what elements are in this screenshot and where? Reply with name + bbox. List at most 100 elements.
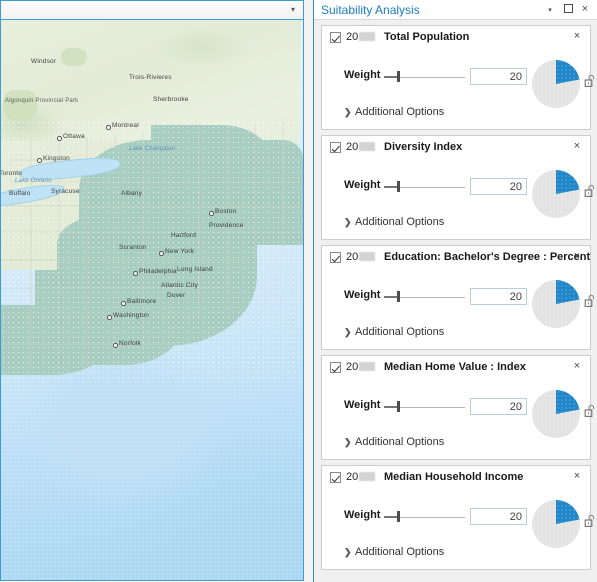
chevron-right-icon[interactable]: ❯ bbox=[344, 217, 352, 228]
map-area: ▾ Ottawa Montreal Kingston Toronto Lake … bbox=[0, 0, 306, 582]
map-label: Lake Ontario bbox=[15, 178, 52, 184]
panel-close-icon[interactable]: × bbox=[578, 2, 592, 16]
map-city-marker bbox=[57, 136, 62, 141]
toolbar-overflow-chevron-down-icon[interactable]: ▾ bbox=[288, 6, 298, 14]
weight-pie-texture bbox=[532, 500, 580, 548]
criteria-card-header: 20 Median Home Value : Index × bbox=[322, 356, 590, 378]
criteria-year-text: 20 bbox=[346, 31, 359, 43]
criteria-enabled-checkbox[interactable] bbox=[330, 32, 341, 43]
criteria-year-redacted-block bbox=[359, 362, 376, 371]
map-label: Scranton bbox=[119, 244, 147, 251]
basemap-park-area bbox=[61, 48, 87, 66]
additional-options-row[interactable]: ❯ Additional Options bbox=[322, 545, 590, 561]
weight-slider[interactable] bbox=[384, 511, 465, 522]
weight-slider[interactable] bbox=[384, 401, 465, 412]
chevron-right-icon[interactable]: ❯ bbox=[344, 547, 352, 558]
chevron-right-icon[interactable]: ❯ bbox=[344, 437, 352, 448]
criteria-card: 20 Total Population × Weight 20 ❯ Additional O… bbox=[321, 25, 595, 130]
criteria-title: Total Population bbox=[384, 31, 470, 43]
additional-options-row[interactable]: ❯ Additional Options bbox=[322, 215, 590, 231]
weight-slider-fill bbox=[384, 406, 398, 408]
criteria-weight-row: Weight 20 bbox=[322, 388, 595, 438]
criteria-card-header: 20 Diversity Index × bbox=[322, 136, 590, 158]
criteria-remove-icon[interactable]: × bbox=[571, 360, 583, 372]
map-label: Toronto bbox=[0, 170, 23, 177]
map-view[interactable]: Ottawa Montreal Kingston Toronto Lake Ontari… bbox=[0, 19, 304, 581]
map-label: Washington bbox=[113, 312, 150, 319]
weight-lock-open-icon[interactable] bbox=[584, 514, 597, 528]
criteria-remove-icon[interactable]: × bbox=[571, 140, 583, 152]
weight-lock-open-icon[interactable] bbox=[584, 184, 597, 198]
criteria-year-redacted-block bbox=[359, 472, 376, 481]
weight-label: Weight bbox=[344, 179, 381, 191]
map-toolbar[interactable]: ▾ bbox=[0, 0, 304, 19]
application-window: ▾ Ottawa Montreal Kingston Toronto Lake … bbox=[0, 0, 597, 582]
weight-input[interactable]: 20 bbox=[470, 398, 527, 415]
map-label: Kingston bbox=[43, 155, 70, 162]
criteria-card: 20 Median Home Value : Index × Weight 20 ❯ Add… bbox=[321, 355, 595, 460]
weight-lock-open-icon[interactable] bbox=[584, 74, 597, 88]
weight-pie-chart bbox=[532, 390, 580, 438]
map-label: Norfolk bbox=[119, 340, 141, 347]
criteria-enabled-checkbox[interactable] bbox=[330, 362, 341, 373]
weight-slider-thumb[interactable] bbox=[397, 291, 400, 302]
weight-input[interactable]: 20 bbox=[470, 288, 527, 305]
weight-slider-thumb[interactable] bbox=[397, 71, 400, 82]
weight-lock-open-icon[interactable] bbox=[584, 294, 597, 308]
criteria-weight-row: Weight 20 bbox=[322, 498, 595, 548]
weight-lock-open-icon[interactable] bbox=[584, 404, 597, 418]
weight-label: Weight bbox=[344, 399, 381, 411]
additional-options-label[interactable]: Additional Options bbox=[355, 546, 444, 558]
additional-options-label[interactable]: Additional Options bbox=[355, 436, 444, 448]
weight-input[interactable]: 20 bbox=[470, 178, 527, 195]
panel-title: Suitability Analysis bbox=[321, 3, 420, 17]
weight-input[interactable]: 20 bbox=[470, 68, 527, 85]
panel-maximize-icon[interactable] bbox=[561, 2, 575, 16]
criteria-enabled-checkbox[interactable] bbox=[330, 142, 341, 153]
criteria-year: 20 bbox=[346, 31, 376, 43]
weight-pie-texture bbox=[532, 280, 580, 328]
map-label: Baltimore bbox=[127, 298, 157, 305]
chevron-right-icon[interactable]: ❯ bbox=[344, 107, 352, 118]
criteria-card-header: 20 Total Population × bbox=[322, 26, 590, 48]
additional-options-row[interactable]: ❯ Additional Options bbox=[322, 325, 590, 341]
criteria-enabled-checkbox[interactable] bbox=[330, 252, 341, 263]
weight-slider-thumb[interactable] bbox=[397, 511, 400, 522]
suitability-analysis-panel: Suitability Analysis ▾ × 20 Total Populat… bbox=[313, 0, 597, 582]
criteria-remove-icon[interactable]: × bbox=[571, 250, 583, 262]
additional-options-label[interactable]: Additional Options bbox=[355, 216, 444, 228]
weight-slider-fill bbox=[384, 186, 398, 188]
map-city-marker bbox=[209, 211, 214, 216]
weight-slider[interactable] bbox=[384, 181, 465, 192]
additional-options-row[interactable]: ❯ Additional Options bbox=[322, 435, 590, 451]
additional-options-label[interactable]: Additional Options bbox=[355, 326, 444, 338]
weight-slider-thumb[interactable] bbox=[397, 401, 400, 412]
criteria-title: Median Home Value : Index bbox=[384, 361, 526, 373]
weight-input[interactable]: 20 bbox=[470, 508, 527, 525]
criteria-year: 20 bbox=[346, 251, 376, 263]
weight-slider-thumb[interactable] bbox=[397, 181, 400, 192]
criteria-title: Diversity Index bbox=[384, 141, 463, 153]
map-city-marker bbox=[107, 315, 112, 320]
map-label: Trois-Rivieres bbox=[129, 74, 172, 81]
additional-options-label[interactable]: Additional Options bbox=[355, 106, 444, 118]
weight-label: Weight bbox=[344, 289, 381, 301]
chevron-right-icon[interactable]: ❯ bbox=[344, 327, 352, 338]
map-label: Boston bbox=[215, 208, 237, 215]
map-city-marker bbox=[159, 251, 164, 256]
criteria-enabled-checkbox[interactable] bbox=[330, 472, 341, 483]
map-label: Dover bbox=[167, 292, 186, 299]
weight-slider[interactable] bbox=[384, 291, 465, 302]
map-label: Providence bbox=[209, 222, 244, 229]
criteria-remove-icon[interactable]: × bbox=[571, 30, 583, 42]
weight-slider-fill bbox=[384, 76, 398, 78]
criteria-remove-icon[interactable]: × bbox=[571, 470, 583, 482]
panel-menu-chevron-down-icon[interactable]: ▾ bbox=[543, 4, 557, 18]
map-label: Albany bbox=[121, 190, 143, 197]
criteria-year: 20 bbox=[346, 361, 376, 373]
map-label: Long Island bbox=[177, 266, 213, 273]
weight-slider[interactable] bbox=[384, 71, 465, 82]
additional-options-row[interactable]: ❯ Additional Options bbox=[322, 105, 590, 121]
criteria-weight-row: Weight 20 bbox=[322, 168, 595, 218]
criteria-year-redacted-block bbox=[359, 142, 376, 151]
